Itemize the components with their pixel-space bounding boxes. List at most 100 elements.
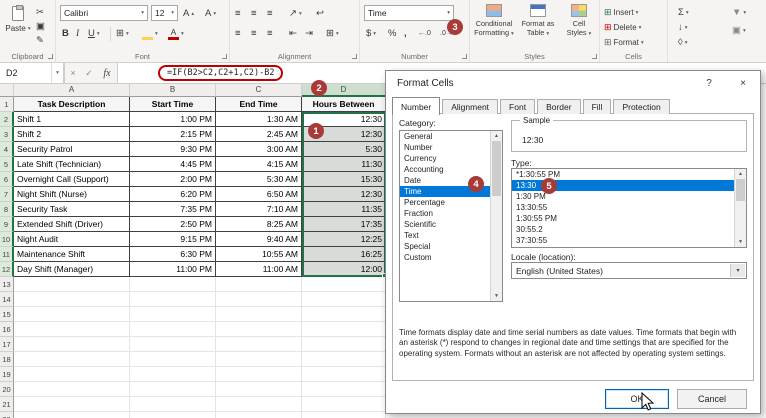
row-header[interactable]: 11	[0, 247, 14, 262]
grid-cell[interactable]: Late Shift (Technician)	[14, 157, 130, 172]
grid-cell[interactable]	[14, 337, 130, 352]
locale-dropdown[interactable]: English (United States) ▾	[511, 262, 747, 279]
row-header[interactable]: 18	[0, 352, 14, 367]
grid-cell[interactable]	[130, 367, 216, 382]
row-header[interactable]: 16	[0, 322, 14, 337]
bold-button[interactable]: B	[62, 27, 69, 40]
category-item[interactable]: Fraction	[400, 208, 490, 219]
enter-formula-icon[interactable]: ✓	[81, 63, 97, 83]
grid-cell[interactable]	[130, 382, 216, 397]
grid-cell[interactable]	[216, 412, 302, 418]
borders-icon[interactable]: ⊞▾	[116, 27, 129, 40]
align-left-icon[interactable]: ≡	[235, 27, 241, 40]
grid-cell[interactable]	[302, 307, 386, 322]
column-header-a[interactable]: A	[14, 84, 130, 97]
name-box[interactable]: D2	[0, 63, 52, 83]
grid-cell[interactable]: Night Shift (Nurse)	[14, 187, 130, 202]
grid-cell[interactable]: 7:35 PM	[130, 202, 216, 217]
tab-font[interactable]: Font	[500, 99, 535, 114]
category-item[interactable]: Text	[400, 230, 490, 241]
grid-cell[interactable]	[302, 292, 386, 307]
grid-cell[interactable]	[216, 307, 302, 322]
scrollbar[interactable]: ▲ ▼	[734, 169, 746, 247]
grid-cell[interactable]: Security Task	[14, 202, 130, 217]
tab-alignment[interactable]: Alignment	[442, 99, 498, 114]
grid-cell[interactable]	[14, 352, 130, 367]
accounting-format-icon[interactable]: $▾	[366, 27, 376, 40]
scrollbar-thumb[interactable]	[492, 141, 501, 196]
row-header[interactable]: 14	[0, 292, 14, 307]
scroll-up-icon[interactable]: ▲	[491, 131, 502, 141]
fill-icon[interactable]: ↓▾	[678, 21, 688, 34]
scroll-down-icon[interactable]: ▼	[491, 291, 502, 301]
row-header[interactable]: 20	[0, 382, 14, 397]
grid-cell[interactable]: 12:30	[302, 187, 386, 202]
grid-cell[interactable]	[216, 382, 302, 397]
grid-cell[interactable]: 11:30	[302, 157, 386, 172]
number-format-combo[interactable]: Time▾	[364, 5, 454, 21]
autosum-icon[interactable]: Σ▾	[678, 6, 689, 19]
tab-border[interactable]: Border	[537, 99, 581, 114]
row-header[interactable]: 4	[0, 142, 14, 157]
category-item[interactable]: General	[400, 131, 490, 142]
underline-button[interactable]: U▾	[88, 27, 100, 40]
grid-cell[interactable]	[130, 277, 216, 292]
grid-cell[interactable]: Day Shift (Manager)	[14, 262, 130, 277]
tab-fill[interactable]: Fill	[583, 99, 612, 114]
alignment-dialog-launcher-icon[interactable]	[352, 54, 357, 59]
column-header-c[interactable]: C	[216, 84, 302, 97]
align-top-icon[interactable]: ≡	[235, 7, 241, 20]
grid-cell[interactable]	[130, 412, 216, 418]
grid-cell[interactable]: 2:00 PM	[130, 172, 216, 187]
grid-cell[interactable]: 2:15 PM	[130, 127, 216, 142]
grid-cell[interactable]	[14, 412, 130, 418]
grid-cell[interactable]: 4:45 PM	[130, 157, 216, 172]
styles-dialog-launcher-icon[interactable]	[592, 54, 597, 59]
grid-cell[interactable]: 11:00 AM	[216, 262, 302, 277]
column-header-b[interactable]: B	[130, 84, 216, 97]
header-cell[interactable]: End Time	[216, 97, 302, 112]
grid-cell[interactable]: 1:30 AM	[216, 112, 302, 127]
insert-function-icon[interactable]: fx	[97, 63, 117, 83]
clear-icon[interactable]: ◊▾	[678, 36, 687, 49]
percent-style-icon[interactable]: %	[388, 27, 396, 40]
grid-cell[interactable]	[302, 412, 386, 418]
scrollbar[interactable]: ▲ ▼	[490, 131, 502, 301]
increase-indent-icon[interactable]: ⇥	[305, 27, 313, 40]
grid-cell[interactable]	[14, 367, 130, 382]
grid-cell[interactable]: 2:45 AM	[216, 127, 302, 142]
type-item[interactable]: 1:30:55 PM	[512, 213, 734, 224]
select-all-corner[interactable]	[0, 84, 14, 97]
orientation-icon[interactable]: ↗▾	[289, 7, 302, 20]
scroll-up-icon[interactable]: ▲	[735, 169, 746, 179]
grid-cell[interactable]: 8:25 AM	[216, 217, 302, 232]
grid-cell[interactable]	[14, 397, 130, 412]
grid-cell[interactable]: 3:00 AM	[216, 142, 302, 157]
font-name-combo[interactable]: Calibri▾	[60, 5, 148, 21]
format-button[interactable]: ⊞Format▾	[604, 36, 644, 49]
grid-cell[interactable]	[216, 322, 302, 337]
grid-cell[interactable]: Maintenance Shift	[14, 247, 130, 262]
grid-cell[interactable]: 15:30	[302, 172, 386, 187]
row-header[interactable]: 7	[0, 187, 14, 202]
fill-color-icon[interactable]: ▾	[142, 27, 158, 40]
row-header[interactable]: 8	[0, 202, 14, 217]
paste-button[interactable]: Paste▾	[4, 4, 32, 50]
grid-cell[interactable]: 11:35	[302, 202, 386, 217]
delete-button[interactable]: ⊞Delete▾	[604, 21, 641, 34]
find-select-icon[interactable]: ▣▾	[732, 24, 746, 37]
grid-cell[interactable]	[14, 382, 130, 397]
category-item[interactable]: Currency	[400, 153, 490, 164]
align-middle-icon[interactable]: ≡	[251, 7, 257, 20]
grid-cell[interactable]	[302, 352, 386, 367]
row-header[interactable]: 15	[0, 307, 14, 322]
row-header[interactable]: 13	[0, 277, 14, 292]
insert-button[interactable]: ⊞Insert▾	[604, 6, 638, 19]
grid-cell[interactable]: 6:50 AM	[216, 187, 302, 202]
row-header[interactable]: 1	[0, 97, 14, 112]
clipboard-dialog-launcher-icon[interactable]	[48, 54, 53, 59]
align-bottom-icon[interactable]: ≡	[267, 7, 273, 20]
grid-cell[interactable]	[130, 292, 216, 307]
grid-cell[interactable]	[130, 307, 216, 322]
grid-cell[interactable]: 11:00 PM	[130, 262, 216, 277]
